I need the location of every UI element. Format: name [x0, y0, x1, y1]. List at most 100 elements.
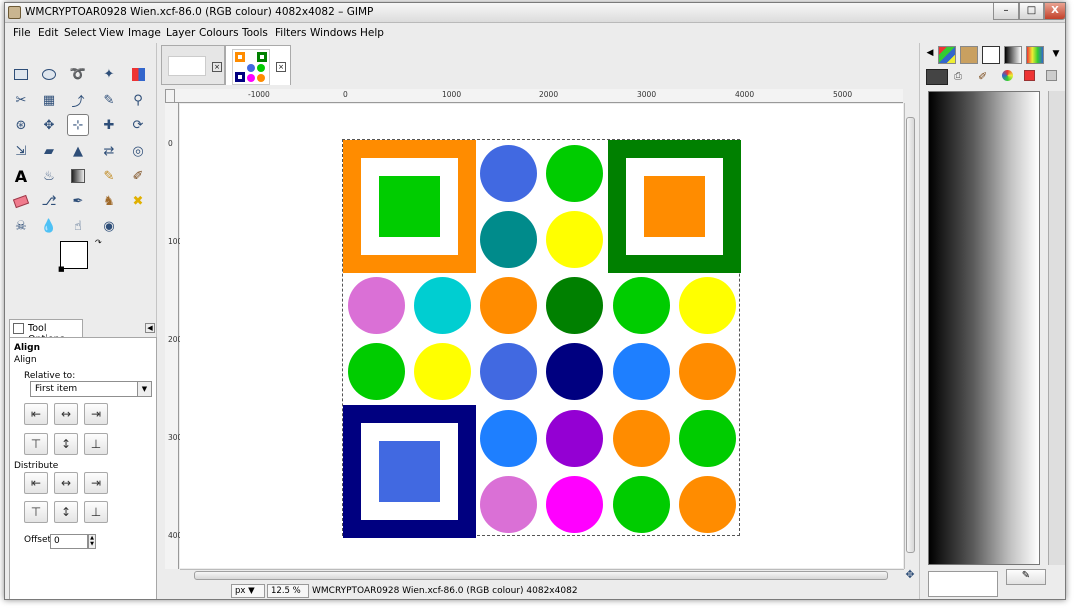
menu-layer[interactable]: Layer: [166, 27, 195, 39]
align-left-button[interactable]: ⇤: [24, 403, 48, 425]
fg-bg-color-selector[interactable]: ■ ↷: [58, 238, 105, 281]
horizontal-scroll-thumb[interactable]: [194, 571, 888, 580]
menu-help[interactable]: Help: [360, 27, 384, 39]
image-tab-wien[interactable]: ×: [225, 45, 291, 85]
vertical-scroll-thumb[interactable]: [906, 117, 915, 553]
close-button[interactable]: X: [1044, 3, 1065, 20]
distribute-top-button[interactable]: ⊤: [24, 501, 48, 523]
layers-tab-icon[interactable]: [926, 69, 948, 85]
eraser-tool[interactable]: [10, 190, 32, 212]
menu-colours[interactable]: Colours: [199, 27, 239, 39]
zoom-tool[interactable]: ⚲: [127, 89, 149, 111]
foreground-select-tool[interactable]: ▦: [38, 89, 60, 111]
device-icon[interactable]: [1046, 70, 1057, 81]
align-bottom-button[interactable]: ⊥: [84, 433, 108, 455]
close-icon[interactable]: ×: [212, 62, 222, 72]
dock-arrow-icon[interactable]: ◀: [925, 49, 935, 59]
cage-transform-tool[interactable]: ◎: [127, 140, 149, 162]
offset-input[interactable]: 0 ▲ ▼: [50, 534, 96, 549]
horizontal-scrollbar[interactable]: [180, 569, 904, 581]
swatch-icon[interactable]: [1024, 70, 1035, 81]
printer-icon[interactable]: ⎙: [954, 71, 962, 82]
vertical-ruler[interactable]: 0 1000 2000 3000 4000: [165, 103, 187, 569]
palette-icon[interactable]: [938, 46, 956, 64]
panel-menu-icon[interactable]: ◀: [145, 323, 155, 333]
maximize-button[interactable]: □: [1019, 3, 1044, 20]
clone-tool[interactable]: ♞: [98, 190, 120, 212]
paintbrush-tab-icon[interactable]: ✐: [978, 70, 987, 83]
free-select-tool[interactable]: ➰: [67, 63, 89, 85]
color-wheel-icon[interactable]: [1002, 70, 1013, 81]
unit-select[interactable]: px ▼: [231, 584, 265, 598]
relative-to-select[interactable]: First item ▼: [30, 381, 152, 397]
blur-sharpen-tool[interactable]: 💧: [38, 215, 60, 237]
blend-tool[interactable]: [67, 165, 89, 187]
navigate-icon[interactable]: ✥: [904, 569, 916, 581]
tab-tool-options[interactable]: Tool Options: [9, 319, 83, 345]
dodge-burn-tool[interactable]: ◉: [98, 215, 120, 237]
colors-icon[interactable]: [1026, 46, 1044, 64]
swap-colors-icon[interactable]: ↷: [95, 238, 102, 247]
fuzzy-select-tool[interactable]: ✦: [98, 63, 120, 85]
menu-select[interactable]: Select: [64, 27, 96, 39]
patterns-icon[interactable]: [982, 46, 1000, 64]
move-tool[interactable]: ✥: [38, 114, 60, 136]
image-tab-blank[interactable]: ×: [161, 45, 225, 85]
airbrush-tool[interactable]: ⎇: [38, 190, 60, 212]
smudge-tool[interactable]: ☝: [67, 215, 89, 237]
horizontal-ruler[interactable]: -1000 0 1000 2000 3000 4000 5000: [175, 89, 903, 103]
ink-tool[interactable]: ✒: [67, 190, 89, 212]
menu-filters[interactable]: Filters: [275, 27, 306, 39]
menu-view[interactable]: View: [99, 27, 124, 39]
align-right-button[interactable]: ⇥: [84, 403, 108, 425]
color-picker-tool[interactable]: ✎: [98, 89, 120, 111]
pencil-tool[interactable]: ✎: [98, 165, 120, 187]
perspective-clone-tool[interactable]: ☠: [10, 215, 32, 237]
scale-tool[interactable]: ⇲: [10, 140, 32, 162]
heal-tool[interactable]: ✖: [127, 190, 149, 212]
ruler-corner[interactable]: [165, 89, 175, 103]
distribute-middle-button[interactable]: ↕: [54, 501, 78, 523]
default-colors-icon[interactable]: ■: [58, 265, 65, 273]
measure-tool[interactable]: ⊛: [10, 114, 32, 136]
shear-tool[interactable]: ▰: [38, 140, 60, 162]
menu-tools[interactable]: Tools: [242, 27, 268, 39]
ellipse-select-tool[interactable]: [38, 63, 60, 85]
distribute-right-button[interactable]: ⇥: [84, 472, 108, 494]
rect-select-tool[interactable]: [10, 63, 32, 85]
flip-tool[interactable]: ⇄: [98, 140, 120, 162]
gradients-icon[interactable]: [1004, 46, 1022, 64]
text-tool[interactable]: A: [10, 165, 32, 187]
spin-arrows-icon[interactable]: ▲ ▼: [88, 534, 96, 549]
minimize-button[interactable]: –: [993, 3, 1019, 20]
rotate-tool[interactable]: ⟳: [127, 114, 149, 136]
close-icon[interactable]: ×: [276, 62, 286, 72]
chevron-down-icon[interactable]: ▼: [137, 382, 151, 396]
tab-overflow-icon[interactable]: ▼: [1051, 50, 1061, 60]
menu-file[interactable]: File: [13, 27, 31, 39]
menu-edit[interactable]: Edit: [38, 27, 58, 39]
menu-image[interactable]: Image: [128, 27, 161, 39]
distribute-bottom-button[interactable]: ⊥: [84, 501, 108, 523]
brushes-icon[interactable]: [960, 46, 978, 64]
align-top-button[interactable]: ⊤: [24, 433, 48, 455]
paths-tool[interactable]: ⤴: [67, 89, 89, 111]
tool-subtitle: Align: [14, 355, 37, 365]
edit-gradient-icon[interactable]: ✎: [1006, 569, 1046, 585]
scissors-select-tool[interactable]: ✂: [10, 89, 32, 111]
align-tool[interactable]: ⊹: [67, 114, 89, 136]
menu-windows[interactable]: Windows: [310, 27, 357, 39]
distribute-left-button[interactable]: ⇤: [24, 472, 48, 494]
bucket-fill-tool[interactable]: ♨: [38, 165, 60, 187]
by-color-select-tool[interactable]: [127, 63, 149, 85]
gradient-preview[interactable]: [928, 91, 1040, 565]
vertical-scrollbar[interactable]: [904, 103, 916, 569]
image-canvas[interactable]: [342, 139, 741, 538]
align-middle-button[interactable]: ↕: [54, 433, 78, 455]
perspective-tool[interactable]: ▲: [67, 140, 89, 162]
paintbrush-tool[interactable]: ✐: [127, 165, 149, 187]
align-center-button[interactable]: ↔: [54, 403, 78, 425]
zoom-select[interactable]: 12.5 %: [267, 584, 309, 598]
crop-tool[interactable]: ✚: [98, 114, 120, 136]
distribute-center-button[interactable]: ↔: [54, 472, 78, 494]
